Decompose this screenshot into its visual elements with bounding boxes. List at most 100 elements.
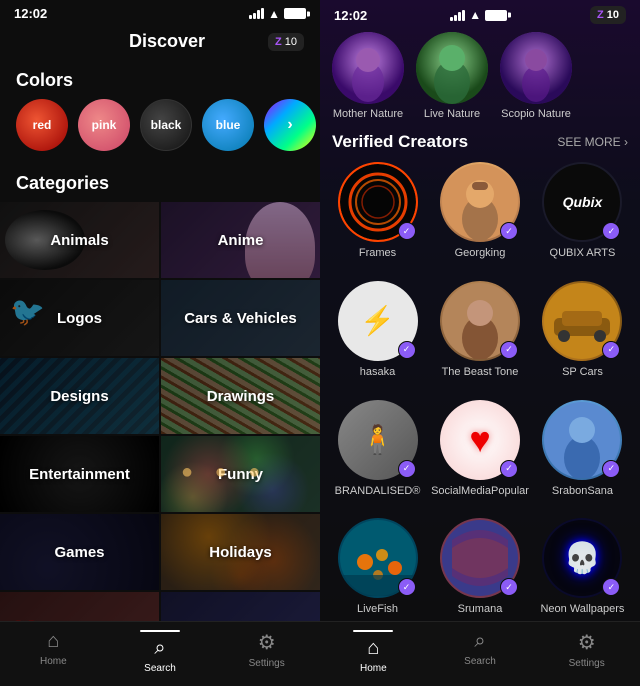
category-drawings[interactable]: Drawings bbox=[161, 358, 320, 434]
zlivery-badge: Z 10 bbox=[268, 33, 304, 51]
color-more-label: › bbox=[287, 116, 292, 134]
see-more-button[interactable]: SEE MORE › bbox=[557, 135, 628, 149]
creator-livefish-avatar: ✓ bbox=[338, 518, 418, 598]
battery-icon bbox=[284, 8, 306, 19]
cat-animals-label: Animals bbox=[50, 232, 108, 249]
nav-search-left[interactable]: ⌕ Search bbox=[107, 630, 214, 674]
category-animals[interactable]: Animals bbox=[0, 202, 159, 278]
badge-count: 10 bbox=[285, 36, 297, 48]
charging-icon: ⚡ bbox=[360, 304, 395, 337]
nature-mother[interactable]: Mother Nature bbox=[332, 32, 404, 120]
category-entertainment[interactable]: Entertainment bbox=[0, 436, 159, 512]
nature-scopio-circle bbox=[500, 32, 572, 104]
status-icons-right: ▲ bbox=[450, 8, 507, 22]
color-black[interactable]: black bbox=[140, 99, 192, 151]
creator-beast-name: The Beast Tone bbox=[442, 366, 519, 379]
nav-search-right[interactable]: ⌕ Search bbox=[427, 630, 534, 674]
creator-brand-name: BRANDALISED® bbox=[335, 485, 421, 498]
category-cars[interactable]: Cars & Vehicles bbox=[161, 280, 320, 356]
category-logos[interactable]: 🐦 Logos bbox=[0, 280, 159, 356]
creator-srumana-avatar: ✓ bbox=[440, 518, 520, 598]
cat-anime-label: Anime bbox=[218, 232, 264, 249]
nav-settings-right[interactable]: ⚙ Settings bbox=[533, 630, 640, 674]
color-more[interactable]: › bbox=[264, 99, 316, 151]
creator-frames-avatar: ✓ bbox=[338, 162, 418, 242]
creator-hasaka[interactable]: ⚡ ✓ hasaka bbox=[332, 281, 423, 384]
creator-spcars[interactable]: ✓ SP Cars bbox=[537, 281, 628, 384]
verified-badge-georgking: ✓ bbox=[500, 222, 518, 240]
nav-search-label-right: Search bbox=[464, 656, 496, 667]
creator-neon[interactable]: 💀 ✓ Neon Wallpapers bbox=[537, 518, 628, 621]
creator-qubix[interactable]: Qubix ✓ QUBIX ARTS bbox=[537, 162, 628, 265]
color-pink[interactable]: pink bbox=[78, 99, 130, 151]
color-black-label: black bbox=[151, 118, 182, 132]
creator-georgking-avatar: ✓ bbox=[440, 162, 520, 242]
search-icon-left: ⌕ bbox=[154, 637, 165, 660]
nav-home-right[interactable]: ⌂ Home bbox=[320, 630, 427, 674]
wifi-icon: ▲ bbox=[268, 7, 280, 21]
color-pink-label: pink bbox=[92, 118, 117, 132]
colors-section-title: Colors bbox=[0, 62, 320, 99]
nature-scopio[interactable]: Scopio Nature bbox=[500, 32, 572, 120]
right-panel: 12:02 ▲ Z 10 bbox=[320, 0, 640, 686]
verified-badge-livefish: ✓ bbox=[398, 578, 416, 596]
creator-spcars-name: SP Cars bbox=[562, 366, 603, 379]
nature-live[interactable]: Live Nature bbox=[416, 32, 488, 120]
cat-entertainment-label: Entertainment bbox=[29, 466, 130, 483]
neon-skull-icon: 💀 bbox=[564, 541, 601, 576]
creator-livefish[interactable]: ✓ LiveFish bbox=[332, 518, 423, 621]
category-games[interactable]: Games bbox=[0, 514, 159, 590]
cat-logos-overlay: Logos bbox=[0, 280, 159, 356]
verified-badge-srumana: ✓ bbox=[500, 578, 518, 596]
creator-georgking-name: Georgking bbox=[455, 247, 506, 260]
category-music[interactable]: Music bbox=[161, 592, 320, 621]
cat-drawings-overlay: Drawings bbox=[161, 358, 320, 434]
cat-anime-overlay: Anime bbox=[161, 202, 320, 278]
creator-srumana[interactable]: ✓ Srumana bbox=[431, 518, 529, 621]
zlivery-badge-right: Z 10 bbox=[590, 6, 626, 24]
creator-social[interactable]: ♥ ✓ SocialMediaPopular bbox=[431, 400, 529, 503]
nav-home-left[interactable]: ⌂ Home bbox=[0, 630, 107, 674]
heart-icon: ♥ bbox=[469, 419, 490, 461]
creator-brand[interactable]: 🧍 ✓ BRANDALISED® bbox=[332, 400, 423, 503]
qubix-text: Qubix bbox=[563, 195, 603, 209]
creator-georgking[interactable]: ✓ Georgking bbox=[431, 162, 529, 265]
cat-animals-overlay: Animals bbox=[0, 202, 159, 278]
nature-mother-label: Mother Nature bbox=[333, 108, 403, 120]
categories-grid: Animals Anime 🐦 Logos Cars & Vehicles De… bbox=[0, 202, 320, 621]
bottom-nav-right: ⌂ Home ⌕ Search ⚙ Settings bbox=[320, 621, 640, 686]
creator-neon-name: Neon Wallpapers bbox=[540, 603, 624, 616]
creator-social-name: SocialMediaPopular bbox=[431, 485, 529, 498]
cat-love-overlay: Love bbox=[0, 592, 159, 621]
nav-active-indicator bbox=[140, 630, 180, 632]
creator-frames[interactable]: ✓ Frames bbox=[332, 162, 423, 265]
creator-srabon-avatar: ✓ bbox=[542, 400, 622, 480]
category-designs[interactable]: Designs bbox=[0, 358, 159, 434]
cat-holidays-label: Holidays bbox=[209, 544, 272, 561]
creator-srabon[interactable]: ✓ SrabonSana bbox=[537, 400, 628, 503]
nav-settings-left[interactable]: ⚙ Settings bbox=[213, 630, 320, 674]
nav-settings-label-left: Settings bbox=[249, 658, 285, 669]
creator-qubix-avatar: Qubix ✓ bbox=[542, 162, 622, 242]
creator-social-avatar: ♥ ✓ bbox=[440, 400, 520, 480]
status-icons-left: ▲ bbox=[249, 7, 306, 21]
banksy-figure-icon: 🧍 bbox=[360, 423, 395, 456]
status-bar-left: 12:02 ▲ bbox=[0, 0, 320, 25]
creator-frames-name: Frames bbox=[359, 247, 396, 260]
category-holidays[interactable]: Holidays bbox=[161, 514, 320, 590]
category-funny[interactable]: Funny bbox=[161, 436, 320, 512]
color-blue[interactable]: blue bbox=[202, 99, 254, 151]
z-icon-right: Z bbox=[597, 9, 604, 21]
category-anime[interactable]: Anime bbox=[161, 202, 320, 278]
verified-badge-srabon: ✓ bbox=[602, 460, 620, 478]
verified-badge-beast: ✓ bbox=[500, 341, 518, 359]
colors-row: red pink black blue › bbox=[0, 99, 320, 165]
creator-beast[interactable]: ✓ The Beast Tone bbox=[431, 281, 529, 384]
creators-grid: ✓ Frames ✓ Georgking bbox=[320, 162, 640, 621]
nature-live-circle bbox=[416, 32, 488, 104]
left-panel: 12:02 ▲ Discover Z 10 Colors red pink bbox=[0, 0, 320, 686]
color-red-label: red bbox=[33, 118, 52, 132]
creator-qubix-name: QUBIX ARTS bbox=[550, 247, 616, 260]
color-red[interactable]: red bbox=[16, 99, 68, 151]
category-love[interactable]: Love bbox=[0, 592, 159, 621]
